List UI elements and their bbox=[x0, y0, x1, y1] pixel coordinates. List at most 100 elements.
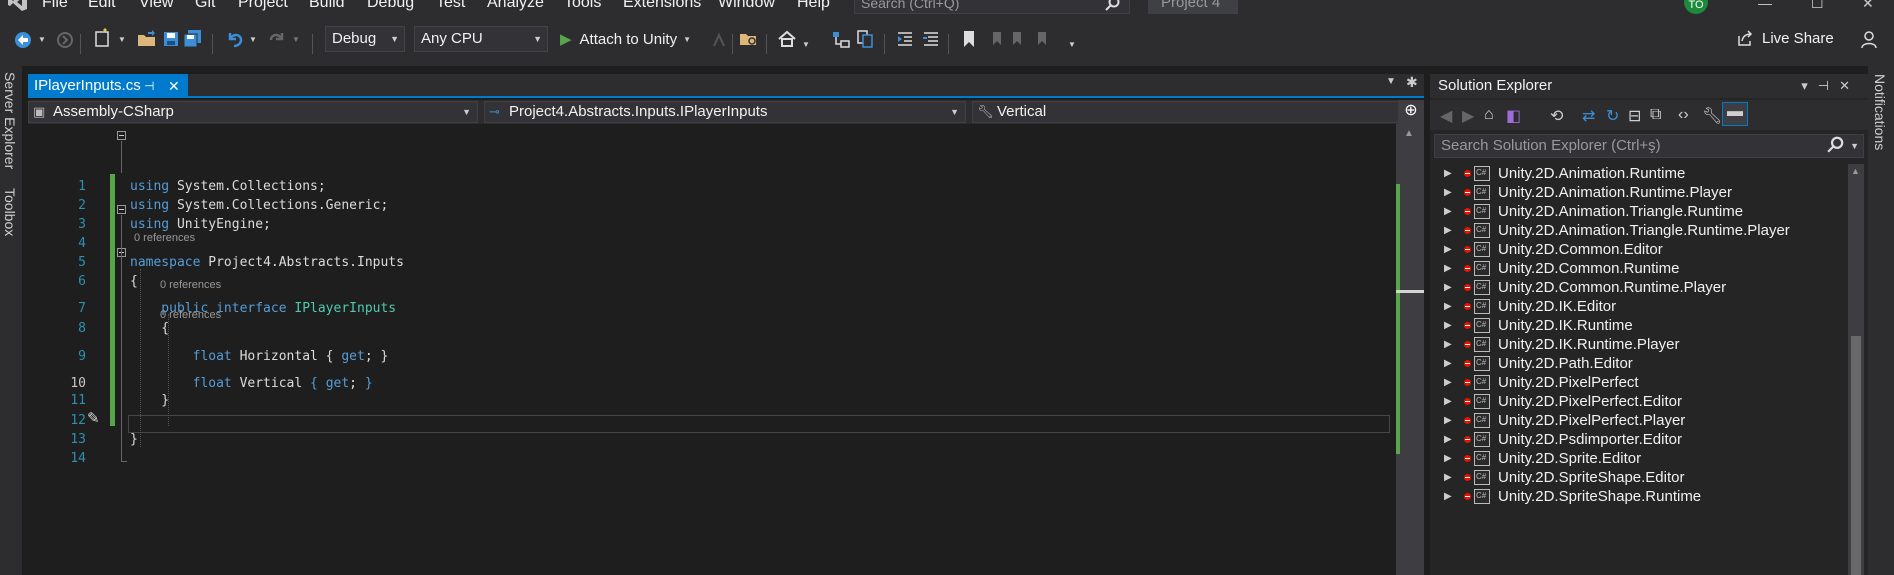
show-all-files-icon[interactable]: ⧉ bbox=[1650, 106, 1661, 124]
close-icon[interactable]: ✕ bbox=[168, 74, 180, 98]
refresh-icon[interactable]: ↻ bbox=[1606, 106, 1619, 126]
expand-arrow-icon[interactable]: ▶ bbox=[1444, 335, 1452, 354]
chevron-down-icon[interactable]: ▼ bbox=[802, 40, 810, 49]
minimize-icon[interactable]: — bbox=[1758, 0, 1772, 11]
scroll-up-icon[interactable]: ▲ bbox=[1851, 166, 1860, 176]
tree-item-project[interactable]: ▶ Unity.2D.Animation.Triangle.Runtime.Pla… bbox=[1430, 221, 1850, 240]
expand-arrow-icon[interactable]: ▶ bbox=[1444, 240, 1452, 259]
comment-lines-icon[interactable] bbox=[920, 28, 942, 50]
tree-item-project[interactable]: ▶ Unity.2D.Common.Runtime bbox=[1430, 259, 1850, 278]
code-line[interactable]: 13} bbox=[28, 431, 1396, 449]
tree-item-project[interactable]: ▶ Unity.2D.Animation.Triangle.Runtime bbox=[1430, 202, 1850, 221]
menu-analyze[interactable]: Analyze bbox=[487, 0, 544, 12]
code-line[interactable]: 8 { bbox=[28, 320, 1396, 338]
tree-item-project[interactable]: ▶ Unity.2D.Psdimporter.Editor bbox=[1430, 430, 1850, 449]
expand-arrow-icon[interactable]: ▶ bbox=[1444, 430, 1452, 449]
expand-arrow-icon[interactable]: ▶ bbox=[1444, 259, 1452, 278]
menu-build[interactable]: Build bbox=[309, 0, 345, 12]
properties-wrench-icon[interactable]: 🔧︎ bbox=[1702, 106, 1722, 126]
code-line[interactable]: 7 public interface IPlayerInputs bbox=[28, 300, 1396, 318]
collapse-icon[interactable] bbox=[117, 131, 126, 140]
code-line[interactable]: 10 float Vertical { get; } bbox=[28, 375, 1396, 393]
expand-arrow-icon[interactable]: ▶ bbox=[1444, 183, 1452, 202]
navigate-forward-icon[interactable] bbox=[54, 29, 76, 51]
feedback-icon[interactable] bbox=[1860, 29, 1882, 51]
menu-help[interactable]: Help bbox=[797, 0, 830, 12]
code-line[interactable]: 3 using UnityEngine; bbox=[28, 216, 1396, 234]
tab-iplayerinputs[interactable]: IPlayerInputs.cs ⊣ ✕ bbox=[28, 74, 188, 98]
server-explorer-tab[interactable]: Server Explorer bbox=[2, 72, 18, 169]
code-line[interactable]: 9 float Horizontal { get; } bbox=[28, 348, 1396, 366]
undo-icon[interactable] bbox=[224, 28, 246, 50]
collapse-all-icon[interactable]: ⊟ bbox=[1628, 106, 1641, 126]
platform-select[interactable]: Any CPU ▼ bbox=[414, 26, 548, 52]
redo-icon[interactable] bbox=[266, 28, 288, 50]
preview-selected-items-icon[interactable]: ▬ bbox=[1722, 102, 1748, 126]
expand-arrow-icon[interactable]: ▶ bbox=[1444, 411, 1452, 430]
toolbox-tab[interactable]: Toolbox bbox=[2, 188, 18, 236]
solution-search-input[interactable]: Search Solution Explorer (Ctrl+ş) ▼ bbox=[1434, 134, 1864, 158]
tree-item-project[interactable]: ▶ Unity.2D.SpriteShape.Editor bbox=[1430, 468, 1850, 487]
new-project-icon[interactable] bbox=[92, 27, 114, 49]
codelens-references[interactable]: 0 references bbox=[134, 231, 195, 245]
clear-bookmarks-icon[interactable] bbox=[1032, 28, 1054, 50]
view-code-icon[interactable]: ‹› bbox=[1678, 106, 1689, 124]
sync-icon[interactable]: ⇄ bbox=[1582, 106, 1595, 126]
solution-tree-icon[interactable] bbox=[830, 28, 852, 50]
back-icon[interactable]: ◀ bbox=[1440, 106, 1452, 126]
expand-arrow-icon[interactable]: ▶ bbox=[1444, 392, 1452, 411]
new-dropdown-icon[interactable]: ▼ bbox=[118, 35, 126, 44]
project-dropdown[interactable]: ▣ Assembly-CSharp ▼ bbox=[28, 101, 478, 123]
code-line[interactable]: 4 bbox=[28, 235, 1396, 253]
code-line[interactable]: 6{ bbox=[28, 273, 1396, 291]
find-in-files-icon[interactable] bbox=[738, 28, 760, 50]
tree-item-project[interactable]: ▶ Unity.2D.PixelPerfect.Editor bbox=[1430, 392, 1850, 411]
save-icon[interactable] bbox=[160, 28, 182, 50]
tree-item-project[interactable]: ▶ Unity.2D.PixelPerfect.Player bbox=[1430, 411, 1850, 430]
home-icon[interactable] bbox=[776, 28, 798, 50]
tree-item-project[interactable]: ▶ Unity.2D.Sprite.Editor bbox=[1430, 449, 1850, 468]
search-input[interactable]: Search (Ctrl+Q) bbox=[854, 0, 1130, 14]
expand-arrow-icon[interactable]: ▶ bbox=[1444, 373, 1452, 392]
open-folder-icon[interactable] bbox=[136, 28, 158, 50]
live-share-button[interactable]: Live Share bbox=[1736, 29, 1834, 47]
code-line[interactable]: 1 using System.Collections; bbox=[28, 178, 1396, 196]
expand-arrow-icon[interactable]: ▶ bbox=[1444, 487, 1452, 506]
panel-window-controls[interactable]: ▾⊣✕ bbox=[1801, 74, 1860, 98]
tree-item-project[interactable]: ▶ Unity.2D.SpriteShape.Runtime bbox=[1430, 487, 1850, 506]
redo-dropdown-icon[interactable]: ▼ bbox=[292, 35, 300, 44]
save-all-icon[interactable] bbox=[182, 28, 204, 50]
close-window-icon[interactable]: ✕ bbox=[1862, 0, 1874, 12]
menu-file[interactable]: File bbox=[42, 0, 68, 12]
menu-debug[interactable]: Debug bbox=[367, 0, 414, 12]
pin-icon[interactable]: ⊣ bbox=[144, 74, 154, 98]
editor-vertical-scrollbar[interactable]: ▲ bbox=[1396, 124, 1424, 575]
copy-structure-icon[interactable] bbox=[854, 28, 876, 50]
split-window-icon[interactable]: ⊕ bbox=[1398, 100, 1424, 124]
collapse-icon[interactable] bbox=[117, 205, 126, 214]
previous-bookmark-icon[interactable] bbox=[984, 28, 1006, 50]
code-line[interactable]: 2 using System.Collections.Generic; bbox=[28, 197, 1396, 215]
menu-project[interactable]: Project bbox=[238, 0, 288, 12]
tree-item-project[interactable]: ▶ Unity.2D.Common.Runtime.Player bbox=[1430, 278, 1850, 297]
gear-icon[interactable]: ✱ bbox=[1406, 74, 1418, 91]
menu-window[interactable]: Window bbox=[718, 0, 775, 12]
menu-view[interactable]: View bbox=[139, 0, 173, 12]
maximize-icon[interactable]: ☐ bbox=[1811, 0, 1824, 12]
quick-actions-icon[interactable]: ✎ bbox=[87, 409, 100, 427]
type-dropdown[interactable]: ⊸ Project4.Abstracts.Inputs.IPlayerInput… bbox=[484, 101, 966, 123]
menu-git[interactable]: Git bbox=[195, 0, 215, 12]
scroll-up-icon[interactable]: ▲ bbox=[1404, 128, 1414, 139]
attach-to-unity-button[interactable]: ▶ Attach to Unity ▼ bbox=[560, 27, 691, 51]
code-line[interactable]: 11 } bbox=[28, 392, 1396, 410]
expand-arrow-icon[interactable]: ▶ bbox=[1444, 316, 1452, 335]
toolbar-overflow-icon[interactable]: ▼ bbox=[1068, 40, 1076, 49]
expand-arrow-icon[interactable]: ▶ bbox=[1444, 221, 1452, 240]
notifications-tab[interactable]: Notifications bbox=[1872, 74, 1888, 150]
code-line[interactable]: 12 bbox=[28, 412, 1396, 430]
expand-arrow-icon[interactable]: ▶ bbox=[1444, 164, 1452, 183]
menu-extensions[interactable]: Extensions bbox=[623, 0, 701, 12]
tree-item-project[interactable]: ▶ Unity.2D.Animation.Runtime bbox=[1430, 164, 1850, 183]
member-dropdown[interactable]: 🔧︎ Vertical ▼ bbox=[972, 101, 1424, 123]
expand-arrow-icon[interactable]: ▶ bbox=[1444, 468, 1452, 487]
